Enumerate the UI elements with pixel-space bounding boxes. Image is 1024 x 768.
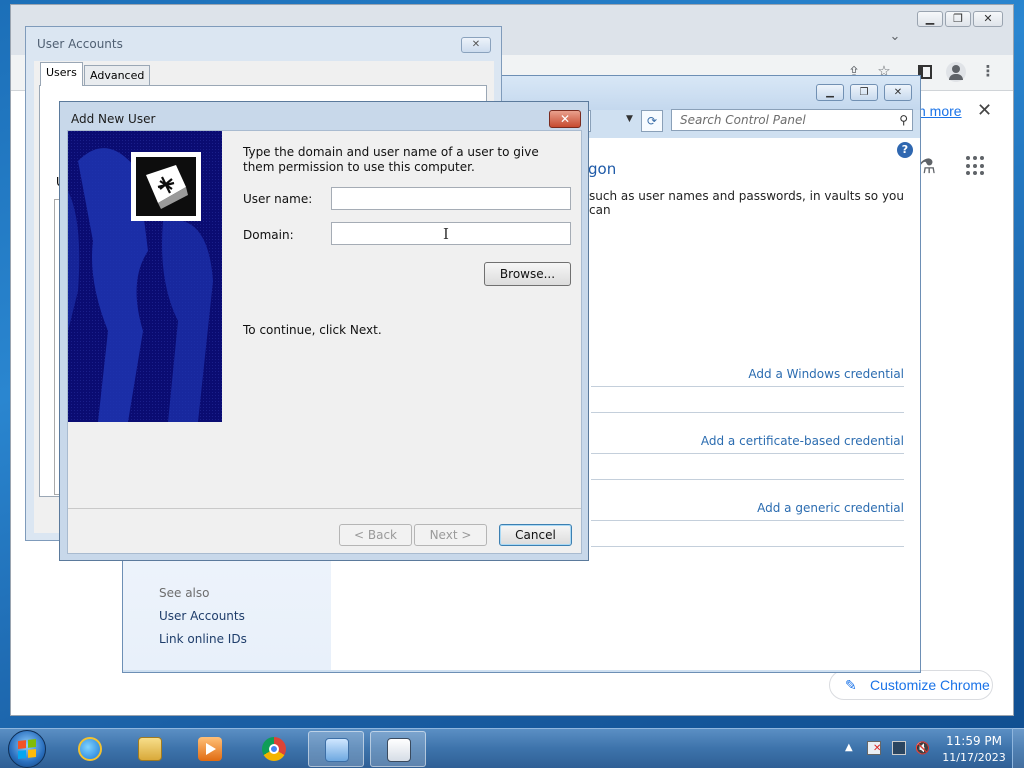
clock-date[interactable]: 11/17/2023	[940, 751, 1008, 764]
profile-head-shape	[952, 65, 960, 73]
search-control-panel-input[interactable]: Search Control Panel ⚲	[671, 109, 913, 131]
divider	[591, 520, 904, 521]
taskbar-internet-explorer[interactable]	[62, 731, 118, 767]
help-icon[interactable]: ?	[897, 142, 913, 158]
divider	[591, 412, 904, 413]
chrome-maximize-button[interactable]: ❐	[945, 11, 971, 27]
customize-chrome-label: Customize Chrome	[870, 677, 990, 693]
address-dropdown-icon[interactable]: ▼	[626, 114, 633, 124]
show-hidden-icons-icon[interactable]: ▲	[845, 742, 853, 753]
taskbar-control-panel[interactable]	[308, 731, 364, 767]
file-explorer-icon	[138, 737, 162, 761]
cred-minimize-button[interactable]: ▁	[816, 84, 844, 101]
dialog-separator	[68, 508, 581, 509]
chrome-minimize-button[interactable]: ▁	[917, 11, 943, 27]
profile-body-shape	[949, 74, 963, 80]
show-desktop-button[interactable]	[1012, 728, 1024, 768]
domain-input[interactable]	[331, 222, 571, 245]
wizard-banner-image	[68, 131, 222, 422]
chrome-close-button[interactable]: ✕	[973, 11, 1003, 27]
divider	[591, 546, 904, 547]
cred-maximize-button[interactable]: ❐	[850, 84, 878, 101]
divider	[591, 479, 904, 480]
action-center-icon[interactable]: ✕	[867, 741, 881, 755]
clock-time[interactable]: 11:59 PM	[944, 734, 1004, 748]
tab-users[interactable]: Users	[40, 62, 83, 86]
user-accounts-link[interactable]: User Accounts	[159, 609, 245, 623]
chevron-down-icon[interactable]: ⌄	[884, 29, 906, 44]
back-button[interactable]: < Back	[339, 524, 412, 546]
key-logo	[131, 152, 201, 221]
key-icon	[146, 165, 188, 209]
search-icon[interactable]: ⚲	[899, 110, 908, 130]
user-name-label: User name:	[243, 192, 313, 206]
kebab-menu-icon[interactable]: ⋮	[977, 62, 999, 80]
link-online-ids-link[interactable]: Link online IDs	[159, 632, 247, 646]
user-accounts-icon	[387, 738, 411, 762]
internet-explorer-icon	[78, 737, 102, 761]
user-name-input[interactable]	[331, 187, 571, 210]
add-windows-credential-link[interactable]: Add a Windows credential	[604, 367, 904, 381]
user-accounts-title: User Accounts	[37, 37, 123, 51]
cancel-button[interactable]: Cancel	[499, 524, 572, 546]
chrome-icon	[262, 737, 286, 761]
search-placeholder: Search Control Panel	[680, 113, 806, 127]
close-icon[interactable]: ✕	[977, 100, 992, 121]
network-icon[interactable]	[892, 741, 906, 755]
add-certificate-credential-link[interactable]: Add a certificate-based credential	[604, 434, 904, 448]
volume-muted-icon[interactable]: 🔇	[915, 741, 930, 755]
credential-description: such as user names and passwords, in vau…	[589, 189, 904, 217]
add-new-user-dialog: Add New User ✕ Type the domain and user …	[59, 101, 589, 561]
credential-heading: gon	[588, 160, 617, 178]
cred-close-button[interactable]: ✕	[884, 84, 912, 101]
dialog-close-button[interactable]: ✕	[549, 110, 581, 128]
profile-icon[interactable]	[946, 62, 966, 82]
key-logo-box	[136, 157, 196, 216]
next-button[interactable]: Next >	[414, 524, 487, 546]
text-cursor-icon: I	[443, 225, 449, 243]
dialog-body: Type the domain and user name of a user …	[67, 130, 582, 554]
google-apps-icon[interactable]	[966, 156, 986, 176]
control-panel-icon	[325, 738, 349, 762]
dialog-title: Add New User	[71, 112, 156, 126]
windows-logo-icon	[18, 739, 36, 759]
refresh-icon[interactable]: ⟳	[641, 110, 663, 132]
taskbar-file-explorer[interactable]	[122, 731, 178, 767]
browse-button[interactable]: Browse...	[484, 262, 571, 286]
media-player-icon	[198, 737, 222, 761]
domain-label: Domain:	[243, 228, 294, 242]
taskbar-chrome[interactable]	[246, 731, 302, 767]
user-accounts-close-button[interactable]: ✕	[461, 37, 491, 53]
play-icon	[206, 743, 216, 755]
continue-instruction: To continue, click Next.	[243, 323, 382, 337]
divider	[591, 386, 904, 387]
pencil-icon: ✎	[845, 677, 857, 693]
taskbar-media-player[interactable]	[182, 731, 238, 767]
divider	[591, 453, 904, 454]
chrome-center-icon	[269, 744, 279, 754]
learn-more-link[interactable]: n more	[918, 103, 962, 119]
add-generic-credential-link[interactable]: Add a generic credential	[604, 501, 904, 515]
dialog-instruction: Type the domain and user name of a user …	[243, 145, 539, 174]
see-also-heading: See also	[159, 586, 210, 600]
customize-chrome-button[interactable]: ✎ Customize Chrome	[829, 670, 993, 700]
taskbar-user-accounts[interactable]	[370, 731, 426, 767]
tab-advanced[interactable]: Advanced	[84, 65, 151, 87]
